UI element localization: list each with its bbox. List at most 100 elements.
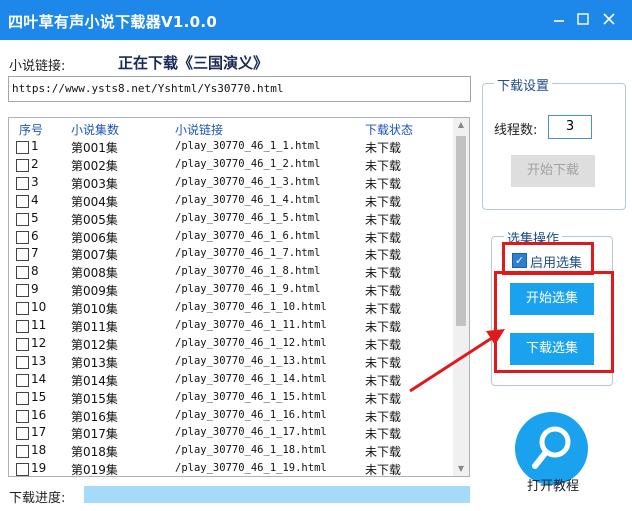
row-status: 未下载 — [365, 194, 402, 209]
row-link: /play_30770_46_1_8.html — [175, 265, 321, 278]
table-row[interactable]: 12 第012集/play_30770_46_1_12.html 未下载 — [9, 335, 452, 353]
download-progress-bar — [84, 486, 470, 503]
row-checkbox[interactable] — [16, 212, 29, 226]
row-episode: 第014集 — [71, 373, 118, 388]
column-header-episode[interactable]: 小说集数 — [71, 121, 119, 138]
row-checkbox[interactable] — [16, 248, 29, 262]
row-number: 13 — [31, 353, 47, 368]
row-link: /play_30770_46_1_12.html — [175, 336, 327, 349]
open-tutorial-label[interactable]: 打开教程 — [527, 475, 579, 494]
table-row[interactable]: 5 第005集/play_30770_46_1_5.html 未下载 — [9, 210, 452, 228]
row-status: 未下载 — [365, 158, 402, 173]
row-checkbox[interactable] — [16, 158, 29, 172]
row-status: 未下载 — [365, 302, 402, 317]
row-episode: 第009集 — [71, 284, 118, 299]
url-input[interactable]: https://www.ysts8.net/Yshtml/Ys30770.htm… — [8, 76, 471, 102]
title-bar: 四叶草有声小说下载器V1.0.0 — [0, 0, 632, 40]
row-episode: 第018集 — [71, 445, 118, 460]
download-settings-group — [482, 83, 626, 210]
row-status: 未下载 — [365, 230, 402, 245]
row-status: 未下载 — [365, 248, 402, 263]
row-checkbox[interactable] — [16, 266, 29, 280]
table-row[interactable]: 17 第017集/play_30770_46_1_17.html 未下载 — [9, 424, 452, 442]
close-icon[interactable] — [598, 8, 620, 30]
table-row[interactable]: 18 第018集/play_30770_46_1_18.html 未下载 — [9, 442, 452, 460]
progress-label: 下载进度: — [9, 491, 66, 506]
row-link: /play_30770_46_1_2.html — [175, 157, 321, 170]
row-link: /play_30770_46_1_10.html — [175, 301, 327, 314]
row-checkbox[interactable] — [16, 230, 29, 244]
episode-list[interactable]: 序号 小说集数 小说链接 下载状态 1 第001集/play_30770_46_1… — [8, 117, 470, 477]
row-number: 9 — [31, 282, 39, 297]
row-checkbox[interactable] — [16, 320, 29, 333]
table-row[interactable]: 4 第004集/play_30770_46_1_4.html 未下载 — [9, 192, 452, 210]
table-row[interactable]: 13 第013集/play_30770_46_1_13.html 未下载 — [9, 353, 452, 371]
row-checkbox[interactable] — [16, 391, 29, 405]
row-checkbox[interactable] — [16, 194, 29, 208]
table-row[interactable]: 16 第016集/play_30770_46_1_16.html 未下载 — [9, 407, 452, 425]
row-status: 未下载 — [365, 176, 402, 191]
table-row[interactable]: 1 第001集/play_30770_46_1_1.html 未下载 — [9, 138, 452, 156]
row-checkbox[interactable] — [16, 445, 29, 459]
download-settings-title: 下载设置 — [494, 75, 553, 94]
row-episode: 第012集 — [71, 337, 118, 352]
column-header-status[interactable]: 下载状态 — [365, 121, 413, 138]
restore-icon[interactable] — [572, 8, 594, 30]
row-checkbox[interactable] — [16, 355, 29, 369]
table-row[interactable]: 2 第002集/play_30770_46_1_2.html 未下载 — [9, 156, 452, 174]
row-checkbox[interactable] — [16, 409, 29, 423]
row-episode: 第019集 — [71, 463, 118, 477]
row-checkbox[interactable] — [16, 176, 29, 190]
row-episode: 第004集 — [71, 194, 118, 209]
list-scrollbar[interactable]: ▲ ▼ — [453, 118, 469, 476]
url-label: 小说链接: — [9, 59, 66, 74]
table-row[interactable]: 19 第019集/play_30770_46_1_19.html 未下载 — [9, 460, 452, 477]
row-link: /play_30770_46_1_17.html — [175, 426, 327, 439]
row-episode: 第011集 — [71, 320, 118, 334]
row-checkbox[interactable] — [16, 427, 29, 441]
table-row[interactable]: 14 第014集/play_30770_46_1_14.html 未下载 — [9, 371, 452, 389]
row-number: 2 — [31, 156, 39, 171]
table-row[interactable]: 3 第003集/play_30770_46_1_3.html 未下载 — [9, 174, 452, 192]
row-number: 11 — [31, 318, 47, 332]
table-row[interactable]: 10 第010集/play_30770_46_1_10.html 未下载 — [9, 299, 452, 317]
table-row[interactable]: 6 第006集/play_30770_46_1_6.html 未下载 — [9, 228, 452, 246]
table-row[interactable]: 7 第007集/play_30770_46_1_7.html 未下载 — [9, 245, 452, 263]
row-checkbox[interactable] — [16, 337, 29, 351]
row-episode: 第007集 — [71, 248, 118, 263]
column-header-no[interactable]: 序号 — [19, 121, 43, 138]
row-link: /play_30770_46_1_11.html — [175, 319, 327, 331]
scroll-down-icon[interactable]: ▼ — [453, 462, 469, 476]
row-checkbox[interactable] — [16, 302, 29, 316]
table-row[interactable]: 9 第009集/play_30770_46_1_9.html 未下载 — [9, 281, 452, 299]
row-status: 未下载 — [365, 212, 402, 227]
row-status: 未下载 — [365, 337, 402, 352]
row-checkbox[interactable] — [16, 373, 29, 387]
start-download-button[interactable]: 开始下载 — [511, 155, 595, 187]
row-checkbox[interactable] — [16, 463, 29, 476]
column-header-link[interactable]: 小说链接 — [175, 121, 223, 138]
row-episode: 第006集 — [71, 230, 118, 245]
row-link: /play_30770_46_1_13.html — [175, 354, 327, 367]
window-title: 四叶草有声小说下载器V1.0.0 — [8, 13, 218, 31]
row-status: 未下载 — [365, 427, 402, 442]
table-row[interactable]: 8 第008集/play_30770_46_1_8.html 未下载 — [9, 263, 452, 281]
table-row[interactable]: 15 第015集/play_30770_46_1_15.html 未下载 — [9, 389, 452, 407]
thread-count-input[interactable]: 3 — [548, 115, 592, 139]
minimize-icon[interactable] — [548, 8, 570, 30]
row-number: 16 — [31, 407, 47, 422]
row-number: 6 — [31, 228, 39, 243]
row-episode: 第005集 — [71, 212, 118, 227]
row-checkbox[interactable] — [16, 284, 29, 298]
row-status: 未下载 — [365, 373, 402, 388]
scroll-thumb[interactable] — [456, 136, 466, 326]
download-status-text: 正在下载《三国演义》 — [118, 54, 269, 72]
row-checkbox[interactable] — [16, 141, 29, 154]
row-link: /play_30770_46_1_9.html — [175, 283, 321, 296]
row-status: 未下载 — [365, 355, 402, 370]
row-number: 14 — [31, 371, 47, 386]
table-row[interactable]: 11 第011集/play_30770_46_1_11.html 未下载 — [9, 317, 452, 335]
row-status: 未下载 — [365, 463, 402, 477]
row-link: /play_30770_46_1_16.html — [175, 408, 327, 421]
scroll-up-icon[interactable]: ▲ — [453, 118, 469, 132]
